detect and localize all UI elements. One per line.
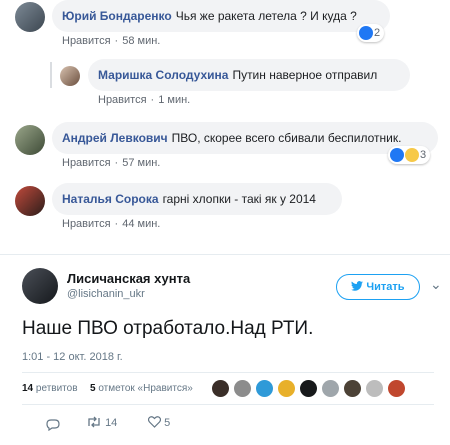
section-divider [0,254,450,255]
follow-button[interactable]: Читать [336,274,420,300]
timestamp[interactable]: 57 мин. [122,157,160,169]
wow-reaction-icon [405,148,419,162]
comment-text: Чья же ракета летела ? И куда ? [175,9,357,23]
reply-icon[interactable] [46,418,60,436]
tweet-timestamp[interactable]: 1:01 - 12 окт. 2018 г. [22,351,123,363]
comment-bubble: Маришка Солодухина Путин наверное отправи… [88,59,410,91]
twitter-bird-icon [351,281,364,291]
liker-avatar[interactable] [212,380,229,397]
reaction-count[interactable]: 3 [388,146,431,164]
comment-bubble: Наталья Сорока гарні хлопки - такі як у 2… [52,183,342,215]
like-button[interactable]: 5 [147,416,170,429]
liker-avatar[interactable] [366,380,383,397]
comment-text: Путин наверное отправил [232,68,378,82]
like-reaction-icon [359,26,373,40]
liker-avatar[interactable] [300,380,317,397]
comment-text: ПВО, скорее всего сбивали беспилотник. [171,131,402,145]
tweet-author-handle[interactable]: @lisichanin_ukr [67,288,145,300]
retweet-button[interactable]: 14 [86,416,117,429]
comment-author-link[interactable]: Юрий Бондаренко [62,9,172,23]
timestamp[interactable]: 58 мин. [122,35,160,47]
comment-meta: Нравится · 44 мин. [62,218,161,230]
comment-bubble: Юрий Бондаренко Чья же ракета летела ? И … [52,0,390,32]
avatar[interactable] [15,2,45,32]
liker-avatar[interactable] [322,380,339,397]
likes-stat[interactable]: 5 отметок «Нравится» [90,383,193,394]
like-link[interactable]: Нравится [62,35,111,47]
timestamp[interactable]: 1 мин. [158,94,190,106]
avatar[interactable] [15,125,45,155]
comment-bubble: Андрей Левкович ПВО, скорее всего сбивали… [52,122,438,154]
tweet-author-name[interactable]: Лисичанская хунта [67,271,190,286]
liker-avatar[interactable] [344,380,361,397]
heart-icon [147,416,162,428]
tweet-divider [22,404,434,405]
reaction-count[interactable]: 2 [357,24,385,42]
comment-meta: Нравится · 1 мин. [98,94,191,106]
tweet-avatar[interactable] [22,268,58,304]
comment-author-link[interactable]: Маришка Солодухина [98,68,228,82]
tweet-text: Наше ПВО отработало.Над РТИ. [22,318,314,339]
liker-avatar[interactable] [388,380,405,397]
tweet-divider [22,372,434,373]
liker-avatar[interactable] [278,380,295,397]
retweet-icon [88,416,100,428]
like-link[interactable]: Нравится [62,218,111,230]
comment-meta: Нравится · 58 мин. [62,35,161,47]
reply-thread-line [50,62,52,88]
liker-avatar[interactable] [234,380,251,397]
comment-author-link[interactable]: Наталья Сорока [62,192,159,206]
like-link[interactable]: Нравится [98,94,147,106]
liker-avatar[interactable] [256,380,273,397]
comment-meta: Нравится · 57 мин. [62,157,161,169]
retweets-stat[interactable]: 14 ретвитов [22,383,78,394]
timestamp[interactable]: 44 мин. [122,218,160,230]
avatar[interactable] [60,66,80,86]
like-link[interactable]: Нравится [62,157,111,169]
chevron-down-icon[interactable]: ⌄ [430,276,442,293]
comment-text: гарні хлопки - такі як у 2014 [162,192,316,206]
avatar[interactable] [15,186,45,216]
comment-author-link[interactable]: Андрей Левкович [62,131,168,145]
like-reaction-icon [390,148,404,162]
